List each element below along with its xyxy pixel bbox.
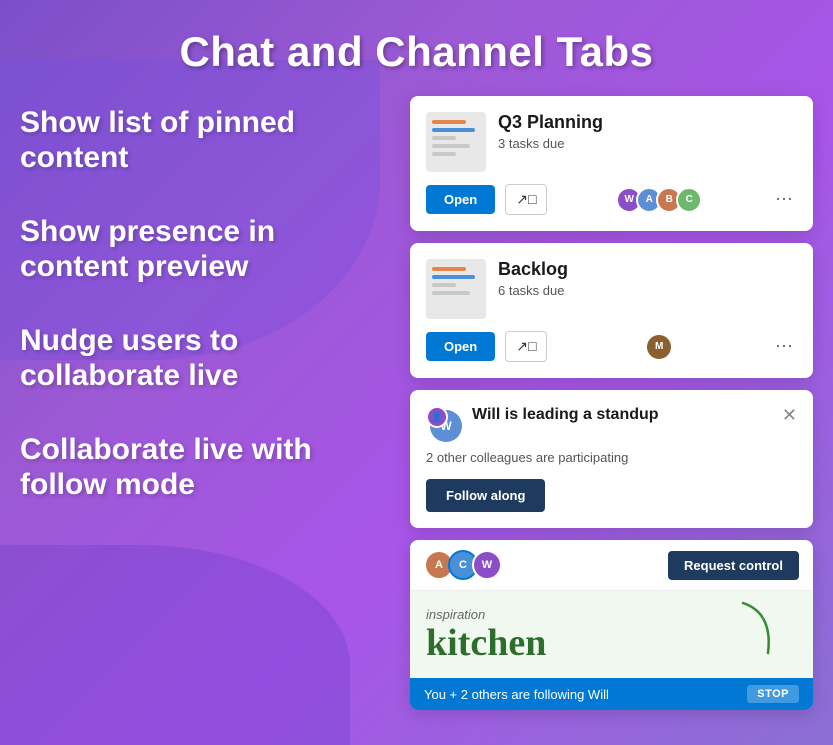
feature-pinned: Show list of pinned content: [20, 106, 380, 175]
q3-open-button[interactable]: Open: [426, 185, 495, 214]
thumb-line-1: [432, 120, 466, 124]
backlog-thumb-lines: [426, 259, 486, 303]
backlog-avatars: M: [645, 333, 673, 361]
q3-planning-card: Q3 Planning 3 tasks due Open ↗□ W A B C …: [410, 96, 813, 231]
backlog-title: Backlog: [498, 259, 797, 280]
page-title: Chat and Channel Tabs: [0, 0, 833, 96]
collab-content-area: inspiration kitchen: [410, 591, 813, 678]
collab-curve-decoration: [733, 593, 793, 668]
q3-more-button[interactable]: ⋯: [771, 189, 797, 210]
request-control-button[interactable]: Request control: [668, 551, 799, 580]
standup-close-button[interactable]: ✕: [782, 406, 797, 424]
standup-avatar-stack: W 👤: [426, 406, 462, 442]
standup-card: W 👤 Will is leading a standup ✕ 2 other …: [410, 390, 813, 528]
share-icon: ↗□: [516, 191, 536, 208]
thumb-line-2: [432, 128, 475, 132]
standup-av-fg: 👤: [426, 406, 448, 428]
q3-subtitle: 3 tasks due: [498, 136, 797, 151]
backlog-more-button[interactable]: ⋯: [771, 336, 797, 357]
backlog-thumbnail: [426, 259, 486, 319]
q3-info: Q3 Planning 3 tasks due: [498, 112, 797, 151]
feature-follow: Collaborate live with follow mode: [20, 433, 380, 502]
backlog-line-3: [432, 283, 456, 287]
collab-live-card: A C W Request control inspiration kitche…: [410, 540, 813, 710]
share-icon-2: ↗□: [516, 338, 536, 355]
collab-header: A C W Request control: [410, 540, 813, 591]
stop-follow-button[interactable]: STOP: [747, 685, 799, 703]
backlog-line-2: [432, 275, 475, 279]
thumb-line-5: [432, 152, 456, 156]
backlog-avatar-1: M: [645, 333, 673, 361]
q3-card-header: Q3 Planning 3 tasks due: [426, 112, 797, 172]
feature-nudge: Nudge users to collaborate live: [20, 324, 380, 393]
backlog-subtitle: 6 tasks due: [498, 283, 797, 298]
q3-share-button[interactable]: ↗□: [505, 184, 547, 215]
collab-av-3: W: [472, 550, 502, 580]
main-layout: Show list of pinned content Show presenc…: [0, 96, 833, 741]
q3-thumb-lines: [426, 112, 486, 164]
feature-presence: Show presence in content preview: [20, 215, 380, 284]
backlog-open-button[interactable]: Open: [426, 332, 495, 361]
left-panel: Show list of pinned content Show presenc…: [20, 96, 380, 741]
q3-thumbnail: [426, 112, 486, 172]
standup-title: Will is leading a standup: [472, 406, 772, 424]
backlog-line-1: [432, 267, 466, 271]
backlog-card: Backlog 6 tasks due Open ↗□ M ⋯: [410, 243, 813, 378]
standup-subtitle: 2 other colleagues are participating: [426, 450, 797, 465]
follow-along-button[interactable]: Follow along: [426, 479, 545, 512]
avatar-4: C: [676, 187, 702, 213]
thumb-line-4: [432, 144, 470, 148]
backlog-footer: Open ↗□ M ⋯: [426, 331, 797, 362]
collab-following-bar: You + 2 others are following Will STOP: [410, 678, 813, 710]
q3-title: Q3 Planning: [498, 112, 797, 133]
q3-footer: Open ↗□ W A B C ⋯: [426, 184, 797, 215]
backlog-share-button[interactable]: ↗□: [505, 331, 547, 362]
q3-avatars: W A B C: [616, 187, 702, 213]
following-text: You + 2 others are following Will: [424, 687, 609, 702]
backlog-card-header: Backlog 6 tasks due: [426, 259, 797, 319]
thumb-line-3: [432, 136, 456, 140]
standup-header: W 👤 Will is leading a standup ✕: [426, 406, 797, 442]
right-panel: Q3 Planning 3 tasks due Open ↗□ W A B C …: [410, 96, 813, 741]
collab-avatars: A C W: [424, 550, 502, 580]
backlog-info: Backlog 6 tasks due: [498, 259, 797, 298]
backlog-line-4: [432, 291, 470, 295]
